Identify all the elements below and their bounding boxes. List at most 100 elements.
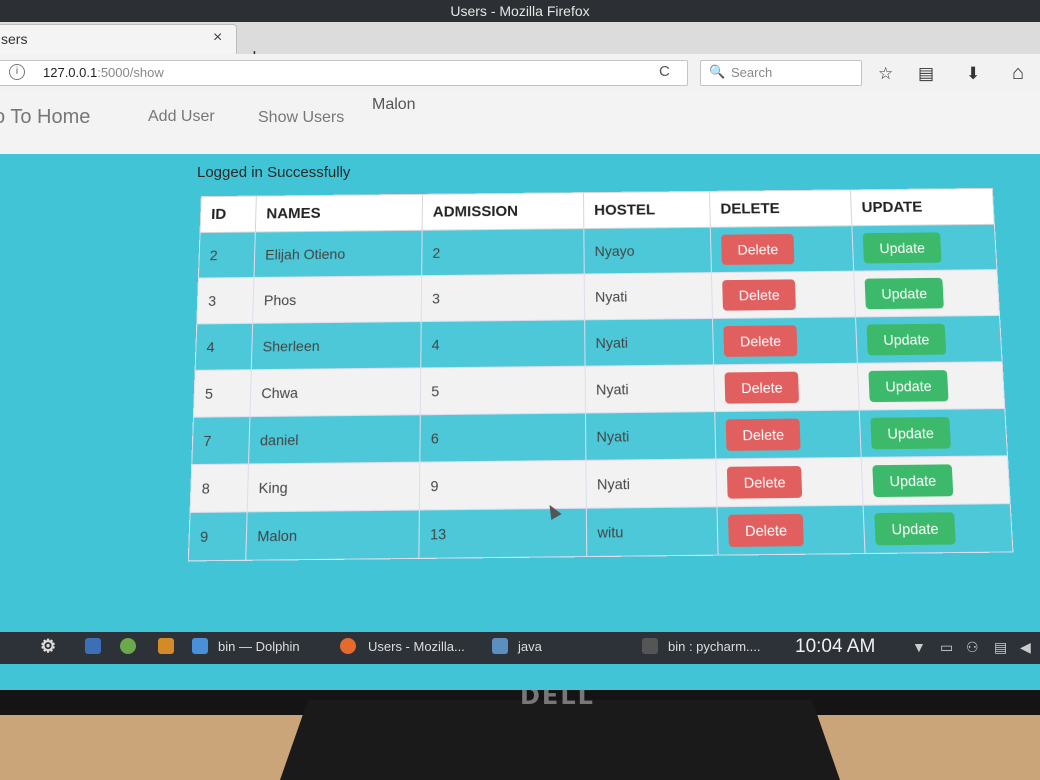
cell-hostel: Nyati [585,364,715,414]
app-launcher-icon[interactable] [158,638,174,654]
cell-delete: Delete [715,457,864,507]
taskbar-clock[interactable]: 10:04 AM [795,636,875,658]
cell-delete: Delete [713,363,860,412]
table-row: 9 Malon 13 witu Delete Update [188,503,1013,561]
update-button[interactable]: Update [868,370,949,403]
home-icon[interactable]: ⌂ [1012,62,1024,85]
header-admission: ADMISSION [422,192,584,231]
cell-name: Malon [245,510,420,561]
header-hostel: HOSTEL [583,191,711,229]
cell-name: Chwa [249,367,421,417]
cell-hostel: Nyayo [583,227,712,274]
shield-icon[interactable]: ▼ [912,639,926,655]
cell-id: 4 [195,323,253,371]
login-success-message: Logged in Successfully [197,164,351,181]
cell-name: King [247,462,420,512]
cell-update: Update [859,408,1008,458]
cell-hostel: witu [586,506,719,557]
update-button[interactable]: Update [862,232,942,264]
window-title: Users - Mozilla Firefox [0,0,1040,22]
tab-close-icon[interactable]: × [213,29,222,47]
cell-update: Update [861,455,1011,506]
screen: Users - Mozilla Firefox sers × + i 127.0… [0,0,1040,690]
header-id: ID [200,196,257,233]
site-info-icon[interactable]: i [9,64,25,80]
delete-button[interactable]: Delete [722,279,797,311]
download-icon[interactable]: ⬇ [966,64,980,84]
cell-admission: 13 [418,508,587,559]
delete-button[interactable]: Delete [726,465,803,499]
clipboard-icon[interactable]: ▤ [994,639,1007,656]
cell-update: Update [857,361,1005,411]
taskbar-item-firefox[interactable]: Users - Mozilla... [368,639,465,654]
show-desktop-icon[interactable] [85,638,101,654]
search-input[interactable]: 🔍 Search [700,60,862,86]
update-button[interactable]: Update [874,512,956,546]
taskbar-item-dolphin[interactable]: bin — Dolphin [218,639,300,654]
nav-add-user[interactable]: Add User [148,108,215,126]
update-button[interactable]: Update [872,464,954,498]
cell-update: Update [853,269,1000,317]
cell-admission: 2 [421,228,585,276]
taskbar-item-java[interactable]: java [518,639,542,654]
cell-update: Update [851,224,997,272]
cell-hostel: Nyati [584,318,714,367]
nav-go-home[interactable]: o To Home [0,106,90,129]
nav-show-users[interactable]: Show Users [258,109,344,127]
cell-admission: 3 [421,273,585,322]
cell-name: daniel [248,414,421,464]
cell-delete: Delete [710,225,854,273]
reload-icon[interactable]: C [659,63,670,80]
folder-icon [192,638,208,654]
users-table-body: 2 Elijah Otieno 2 Nyayo Delete Update 3 Phos 3 Ny… [188,224,1013,561]
network-icon[interactable]: ⚇ [966,639,979,656]
cell-id: 3 [196,277,254,324]
site-navbar: o To Home Add User Show Users Malon [0,92,1040,154]
java-icon [492,638,508,654]
cell-hostel: Nyati [585,411,716,461]
taskbar-item-pycharm[interactable]: bin : pycharm.... [668,639,760,654]
cell-admission: 5 [420,366,586,415]
terminal-icon [642,638,658,654]
firefox-icon [340,638,356,654]
users-table: ID NAMES ADMISSION HOSTEL DELETE UPDATE … [188,188,1014,562]
cell-admission: 6 [419,413,586,463]
search-icon: 🔍 [709,64,726,79]
cell-name: Phos [252,275,422,324]
delete-button[interactable]: Delete [721,233,795,265]
update-button[interactable]: Update [870,416,952,450]
bookmark-star-icon[interactable]: ☆ [878,64,893,84]
delete-button[interactable]: Delete [724,371,800,404]
browser-tab[interactable]: sers × [0,24,237,55]
cell-id: 7 [191,416,250,465]
header-update: UPDATE [850,188,995,226]
cell-update: Update [855,315,1003,364]
cell-delete: Delete [711,271,856,319]
cell-name: Elijah Otieno [253,230,423,278]
kde-menu-icon[interactable]: ⚙ [40,636,56,657]
url-text: 127.0.0.1:5000/show [43,65,164,80]
cell-update: Update [863,503,1013,554]
volume-icon[interactable]: ◀ [1020,639,1031,656]
delete-button[interactable]: Delete [723,325,798,357]
header-names: NAMES [255,194,423,233]
reading-list-icon[interactable]: ▤ [918,64,934,84]
display-icon[interactable]: ▭ [940,639,953,656]
address-bar[interactable]: i 127.0.0.1:5000/show C [0,60,688,86]
navigation-toolbar: i 127.0.0.1:5000/show C 🔍 Search ☆ ▤ ⬇ ⌂ [0,54,1040,93]
update-button[interactable]: Update [866,323,947,356]
delete-button[interactable]: Delete [728,513,805,547]
tab-bar: sers × + [0,22,1040,68]
delete-button[interactable]: Delete [725,418,802,451]
cell-id: 9 [188,511,248,561]
cell-admission: 4 [420,319,586,368]
cell-hostel: Nyati [585,458,717,509]
search-placeholder: Search [731,65,773,80]
cell-id: 5 [193,369,252,418]
chat-app-icon[interactable] [120,638,136,654]
update-button[interactable]: Update [864,277,945,310]
taskbar: ⚙ bin — Dolphin Users - Mozilla... java … [0,632,1040,664]
cell-delete: Delete [716,505,866,556]
cell-id: 2 [198,232,256,279]
cell-delete: Delete [712,316,858,365]
